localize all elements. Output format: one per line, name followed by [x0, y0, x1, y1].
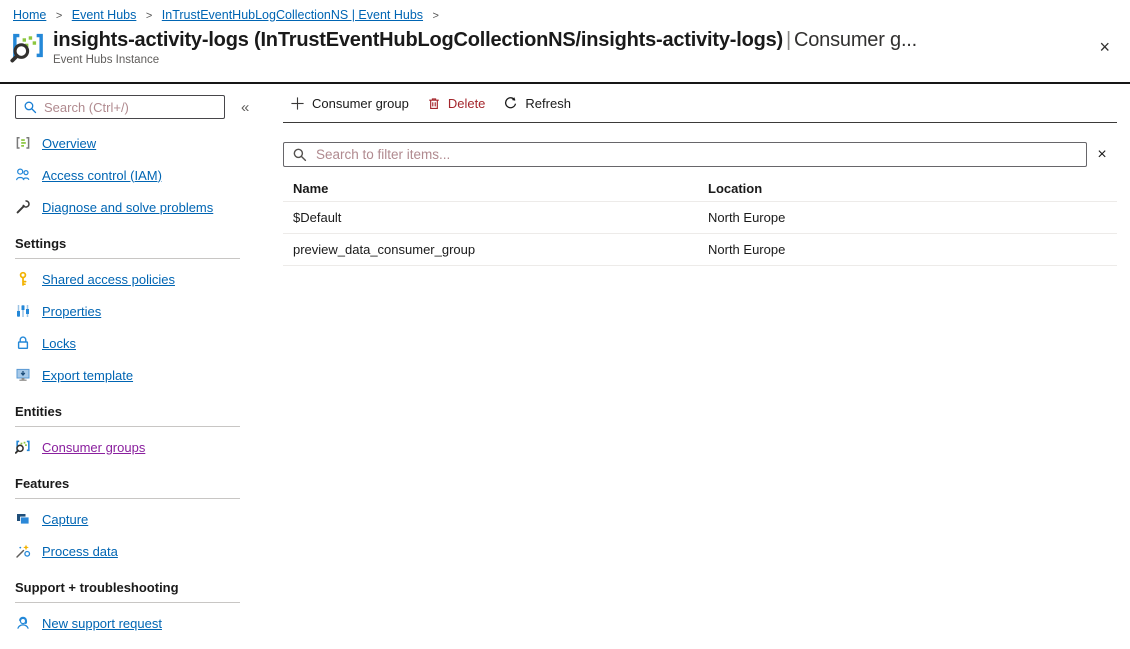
- delete-button[interactable]: Delete: [420, 92, 493, 115]
- chevron-right-icon: >: [432, 10, 439, 22]
- breadcrumb-event-hubs[interactable]: Event Hubs: [72, 8, 137, 22]
- sidebar-search-box[interactable]: [15, 95, 225, 119]
- lock-icon: [15, 335, 31, 351]
- filter-search-input[interactable]: [314, 146, 1078, 163]
- sliders-icon: [15, 303, 31, 319]
- refresh-button[interactable]: Refresh: [496, 92, 578, 115]
- breadcrumb-namespace[interactable]: InTrustEventHubLogCollectionNS | Event H…: [162, 8, 423, 22]
- process-data-icon: [15, 543, 31, 559]
- page-header: Home > Event Hubs > InTrustEventHubLogCo…: [0, 0, 1130, 84]
- filter-row: ×: [283, 142, 1117, 167]
- cell-location: North Europe: [708, 210, 786, 225]
- sidebar-item-properties[interactable]: Properties: [0, 295, 265, 327]
- sidebar-item-consumer-groups[interactable]: Consumer groups: [0, 431, 265, 463]
- sidebar-item-diagnose[interactable]: Diagnose and solve problems: [0, 191, 265, 223]
- page-title: insights-activity-logs (InTrustEventHubL…: [53, 29, 918, 51]
- sidebar-item-access-control[interactable]: Access control (IAM): [0, 159, 265, 191]
- cell-name: preview_data_consumer_group: [293, 242, 476, 257]
- sidebar-search-input[interactable]: [42, 98, 217, 116]
- overview-icon: [15, 135, 31, 151]
- page-subtitle: Event Hubs Instance: [53, 54, 160, 66]
- sidebar-item-capture[interactable]: Capture: [0, 503, 265, 535]
- event-hubs-instance-icon: [10, 30, 46, 66]
- sidebar-section-support: Support + troubleshooting: [15, 580, 240, 603]
- add-consumer-group-button[interactable]: Consumer group: [283, 92, 416, 115]
- table-header-row: Name Location: [283, 175, 1117, 202]
- table-row[interactable]: $Default North Europe: [283, 202, 1117, 234]
- export-template-icon: [15, 367, 31, 383]
- chevron-right-icon: >: [145, 10, 153, 22]
- title-row: insights-activity-logs (InTrustEventHubL…: [10, 29, 1130, 66]
- search-icon: [23, 100, 37, 114]
- search-icon: [292, 147, 307, 162]
- sidebar-item-export-template[interactable]: Export template: [0, 359, 265, 391]
- command-bar: Consumer group Delete Refresh: [283, 84, 1117, 123]
- cell-location: North Europe: [708, 242, 786, 257]
- close-icon[interactable]: ×: [1097, 36, 1112, 58]
- sidebar-item-overview[interactable]: Overview: [0, 127, 265, 159]
- sidebar-section-entities: Entities: [15, 404, 240, 427]
- sidebar-item-shared-access-policies[interactable]: Shared access policies: [0, 263, 265, 295]
- column-header-location: Location: [708, 180, 763, 196]
- sidebar-item-process-data[interactable]: Process data: [0, 535, 265, 567]
- filter-search-box[interactable]: [283, 142, 1087, 167]
- wrench-icon: [15, 199, 31, 215]
- breadcrumb-home[interactable]: Home: [13, 8, 46, 22]
- key-icon: [15, 271, 31, 287]
- cell-name: $Default: [293, 210, 342, 225]
- headset-icon: [15, 615, 31, 631]
- trash-icon: [427, 96, 441, 111]
- consumer-groups-table: Name Location $Default North Europe prev…: [283, 175, 1117, 266]
- chevron-right-icon: >: [55, 10, 63, 22]
- sidebar-section-features: Features: [15, 476, 240, 499]
- breadcrumb: Home > Event Hubs > InTrustEventHubLogCo…: [0, 0, 1130, 22]
- sidebar-section-settings: Settings: [15, 236, 240, 259]
- table-row[interactable]: preview_data_consumer_group North Europe: [283, 234, 1117, 266]
- consumer-groups-icon: [15, 439, 31, 455]
- plus-icon: [290, 96, 305, 111]
- collapse-sidebar-icon[interactable]: «: [235, 98, 255, 117]
- sidebar-item-new-support-request[interactable]: New support request: [0, 607, 265, 639]
- people-icon: [15, 167, 31, 183]
- clear-filter-icon[interactable]: ×: [1087, 146, 1117, 164]
- column-header-name: Name: [293, 180, 329, 196]
- refresh-icon: [503, 96, 518, 111]
- capture-icon: [15, 511, 31, 527]
- sidebar: « Overview: [0, 84, 265, 647]
- main-content: Consumer group Delete Refresh Search to …: [265, 84, 1130, 647]
- sidebar-nav: Overview Access control (IAM) Diagnose a…: [0, 127, 265, 639]
- sidebar-item-locks[interactable]: Locks: [0, 327, 265, 359]
